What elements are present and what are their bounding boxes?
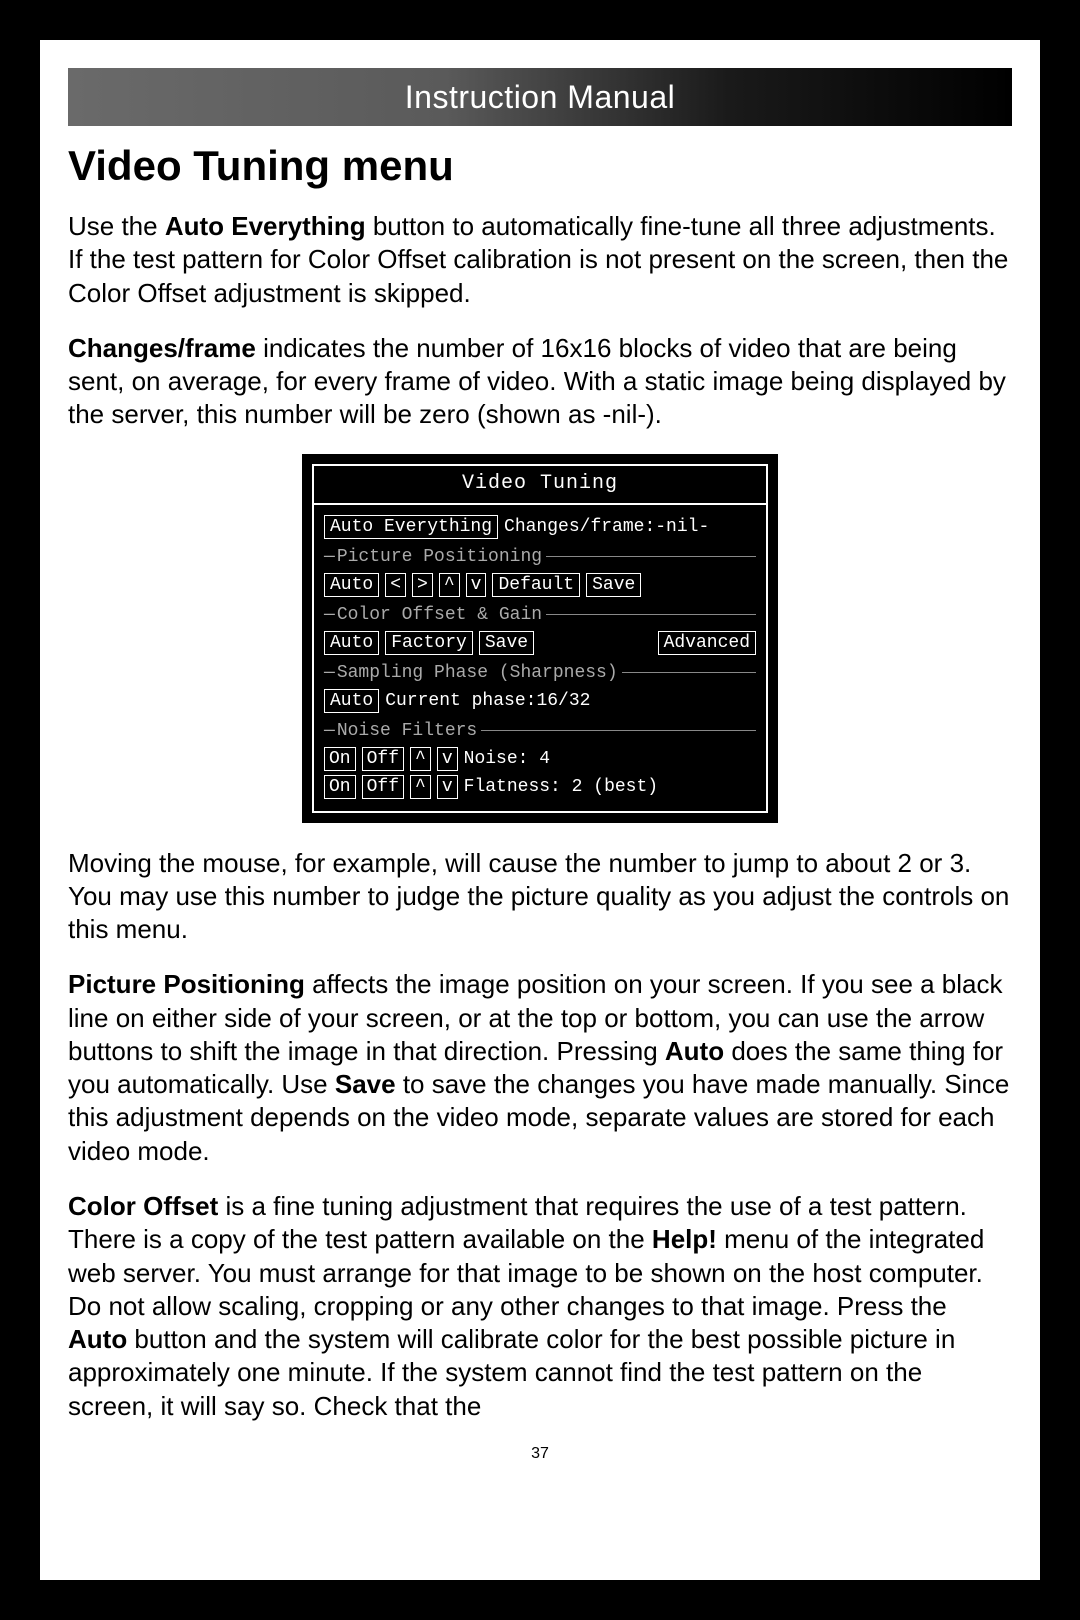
right-arrow-button[interactable]: > (412, 573, 433, 597)
video-tuning-menu: Video Tuning Auto Everything Changes/fra… (302, 454, 778, 823)
group-line (546, 556, 756, 557)
text: Use the (68, 211, 165, 241)
auto-button[interactable]: Auto (324, 573, 379, 597)
group-picture-positioning: — Picture Positioning (324, 547, 756, 567)
page: Instruction Manual Video Tuning menu Use… (40, 40, 1040, 1580)
group-color-offset: — Color Offset & Gain (324, 605, 756, 625)
paragraph-4: Picture Positioning affects the image po… (68, 968, 1012, 1168)
menu-inner: Video Tuning Auto Everything Changes/fra… (312, 464, 768, 813)
header-title: Instruction Manual (405, 79, 675, 116)
bold-auto-everything: Auto Everything (165, 211, 366, 241)
up-arrow-button[interactable]: ^ (439, 573, 460, 597)
flatness-label: Flatness: 2 (best) (464, 777, 658, 797)
save-button[interactable]: Save (479, 631, 534, 655)
page-number: 37 (40, 1445, 1040, 1463)
paragraph-5: Color Offset is a fine tuning adjustment… (68, 1190, 1012, 1423)
header-bar: Instruction Manual (68, 68, 1012, 126)
menu-row-flatness: On Off ^ v Flatness: 2 (best) (324, 775, 756, 799)
auto-button[interactable]: Auto (324, 689, 379, 713)
bold-help: Help! (652, 1224, 717, 1254)
paragraph-3: Moving the mouse, for example, will caus… (68, 847, 1012, 947)
menu-row-sampling: Auto Current phase:16/32 (324, 689, 756, 713)
current-phase-label: Current phase:16/32 (385, 691, 590, 711)
down-arrow-button[interactable]: v (437, 775, 458, 799)
group-sampling-phase: — Sampling Phase (Sharpness) (324, 663, 756, 683)
noise-label: Noise: 4 (464, 749, 550, 769)
up-arrow-button[interactable]: ^ (410, 747, 431, 771)
bold-changes-frame: Changes/frame (68, 333, 256, 363)
on-button[interactable]: On (324, 747, 356, 771)
text: button and the system will calibrate col… (68, 1324, 955, 1421)
dash-icon: — (324, 547, 335, 567)
off-button[interactable]: Off (362, 747, 404, 771)
up-arrow-button[interactable]: ^ (410, 775, 431, 799)
group-line (546, 614, 756, 615)
menu-row-auto-everything: Auto Everything Changes/frame:-nil- (324, 515, 756, 539)
dash-icon: — (324, 605, 335, 625)
group-line (481, 730, 756, 731)
group-label: Noise Filters (335, 721, 479, 741)
down-arrow-button[interactable]: v (466, 573, 487, 597)
group-noise-filters: — Noise Filters (324, 721, 756, 741)
factory-button[interactable]: Factory (385, 631, 473, 655)
menu-row-positioning: Auto < > ^ v Default Save (324, 573, 756, 597)
auto-everything-button[interactable]: Auto Everything (324, 515, 498, 539)
dash-icon: — (324, 721, 335, 741)
save-button[interactable]: Save (586, 573, 641, 597)
dash-icon: — (324, 663, 335, 683)
menu-body: Auto Everything Changes/frame:-nil- — Pi… (314, 505, 766, 811)
down-arrow-button[interactable]: v (437, 747, 458, 771)
on-button[interactable]: On (324, 775, 356, 799)
left-arrow-button[interactable]: < (385, 573, 406, 597)
advanced-button[interactable]: Advanced (658, 631, 756, 655)
auto-button[interactable]: Auto (324, 631, 379, 655)
menu-row-color: Auto Factory Save Advanced (324, 631, 756, 655)
group-line (622, 672, 756, 673)
bold-picture-positioning: Picture Positioning (68, 969, 305, 999)
bold-color-offset: Color Offset (68, 1191, 218, 1221)
changes-frame-label: Changes/frame:-nil- (504, 517, 709, 537)
bold-save: Save (335, 1069, 396, 1099)
default-button[interactable]: Default (492, 573, 580, 597)
menu-title: Video Tuning (314, 466, 766, 505)
off-button[interactable]: Off (362, 775, 404, 799)
group-label: Sampling Phase (Sharpness) (335, 663, 620, 683)
group-label: Color Offset & Gain (335, 605, 544, 625)
paragraph-2: Changes/frame indicates the number of 16… (68, 332, 1012, 432)
bold-auto: Auto (68, 1324, 127, 1354)
menu-row-noise: On Off ^ v Noise: 4 (324, 747, 756, 771)
paragraph-1: Use the Auto Everything button to automa… (68, 210, 1012, 310)
group-label: Picture Positioning (335, 547, 544, 567)
section-title: Video Tuning menu (68, 142, 1012, 190)
bold-auto: Auto (665, 1036, 724, 1066)
